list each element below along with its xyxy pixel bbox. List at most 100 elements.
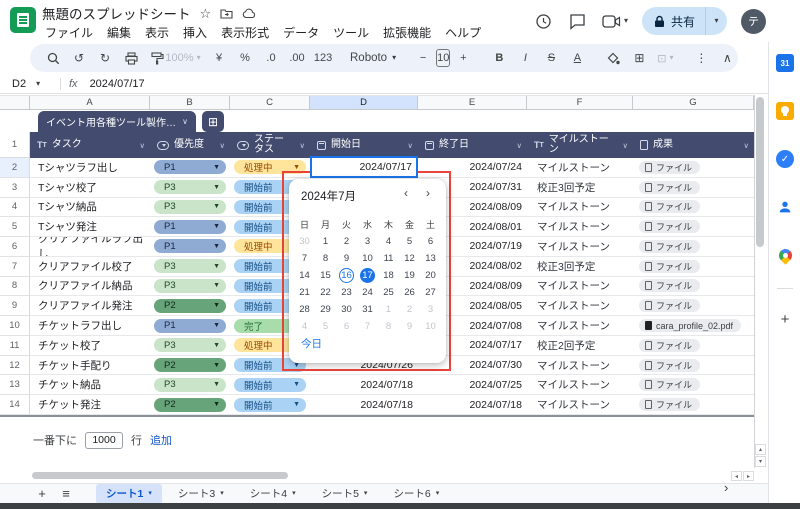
cell-result[interactable]: ファイル	[633, 277, 754, 297]
calendar-day[interactable]: 9	[336, 250, 357, 267]
vertical-scrollbar[interactable]	[756, 97, 764, 247]
cell-milestone[interactable]: マイルストーン	[527, 158, 633, 178]
cell-task[interactable]: チケットラフ出し	[30, 316, 150, 336]
menu-item-2[interactable]: 表示	[138, 23, 176, 40]
cell-priority[interactable]: P3▼	[150, 277, 230, 297]
cell-result[interactable]: ファイル	[633, 395, 754, 415]
cell-result[interactable]: ファイル	[633, 375, 754, 395]
calendar-day-today[interactable]: 16	[339, 268, 354, 283]
file-chip[interactable]: ファイル	[639, 299, 700, 312]
avatar[interactable]: テ	[741, 9, 766, 34]
cell-milestone[interactable]: 校正2回予定	[527, 336, 633, 356]
calendar-day[interactable]: 12	[399, 250, 420, 267]
search-icon[interactable]	[42, 47, 64, 69]
column-header-C[interactable]: C	[230, 96, 310, 109]
row-header-4[interactable]: 4	[0, 198, 30, 218]
strikethrough-button[interactable]: S	[540, 47, 562, 69]
priority-chip[interactable]: P1▼	[154, 319, 226, 333]
menu-item-1[interactable]: 編集	[100, 23, 138, 40]
cell-priority[interactable]: P2▼	[150, 395, 230, 415]
horizontal-scrollbar[interactable]	[32, 472, 288, 479]
cell-task[interactable]: Tシャツ校了	[30, 178, 150, 198]
font-size-input[interactable]: 10	[436, 49, 450, 67]
cell-priority[interactable]: P2▼	[150, 356, 230, 376]
fill-color-icon[interactable]	[602, 47, 624, 69]
row-header-2[interactable]: 2	[0, 158, 30, 178]
column-header-B[interactable]: B	[150, 96, 230, 109]
calendar-day[interactable]: 1	[378, 301, 399, 318]
all-sheets-icon[interactable]: ≡	[56, 486, 76, 501]
row-header-1[interactable]: 1	[0, 132, 30, 158]
google-contacts-icon[interactable]	[776, 198, 794, 216]
cell-milestone[interactable]: マイルストーン	[527, 395, 633, 415]
select-all-corner[interactable]	[0, 96, 30, 109]
priority-chip[interactable]: P1▼	[154, 220, 226, 234]
priority-chip[interactable]: P3▼	[154, 259, 226, 273]
cell-task[interactable]: チケット校了	[30, 336, 150, 356]
calendar-day[interactable]: 15	[315, 267, 336, 284]
get-add-ons-icon[interactable]: +	[776, 310, 794, 328]
calendar-day[interactable]: 28	[294, 301, 315, 318]
priority-chip[interactable]: P3▼	[154, 200, 226, 214]
cell-milestone[interactable]: マイルストーン	[527, 277, 633, 297]
cell-end-date[interactable]: 2024/07/25	[418, 375, 527, 395]
menu-item-5[interactable]: データ	[276, 23, 326, 40]
cell-task[interactable]: Tシャツ発注	[30, 217, 150, 237]
print-icon[interactable]	[120, 47, 142, 69]
cell-priority[interactable]: P3▼	[150, 375, 230, 395]
calendar-day[interactable]: 6	[420, 233, 441, 250]
row-header-11[interactable]: 11	[0, 336, 30, 356]
decrease-font-size-button[interactable]: −	[412, 47, 434, 69]
comments-icon[interactable]	[568, 11, 588, 31]
file-chip[interactable]: ファイル	[639, 279, 700, 292]
calendar-day[interactable]: 27	[420, 284, 441, 301]
cell-result[interactable]: ファイル	[633, 336, 754, 356]
row-header-5[interactable]: 5	[0, 217, 30, 237]
menu-item-8[interactable]: ヘルプ	[438, 23, 488, 40]
menu-item-7[interactable]: 拡張機能	[376, 23, 438, 40]
table-column-header-4[interactable]: 終了日∨	[418, 132, 527, 158]
cell-milestone[interactable]: マイルストーン	[527, 237, 633, 257]
cell-status[interactable]: 開始前▼	[230, 395, 310, 415]
status-chip[interactable]: 開始前▼	[234, 378, 306, 392]
star-icon[interactable]: ☆	[200, 7, 212, 20]
row-header-10[interactable]: 10	[0, 316, 30, 336]
share-dropdown[interactable]: ▾	[705, 7, 727, 35]
menu-item-6[interactable]: ツール	[326, 23, 376, 40]
column-header-G[interactable]: G	[633, 96, 754, 109]
prev-month-icon[interactable]: ‹	[399, 186, 413, 200]
calendar-day[interactable]: 1	[315, 233, 336, 250]
zoom-select[interactable]: 100% ▾	[172, 47, 194, 69]
undo-icon[interactable]: ↺	[68, 47, 90, 69]
cell-milestone[interactable]: マイルストーン	[527, 316, 633, 336]
column-menu-icon[interactable]: ∨	[140, 141, 146, 150]
show-side-panel-icon[interactable]: ›	[724, 480, 728, 495]
row-header-6[interactable]: 6	[0, 237, 30, 257]
calendar-day[interactable]: 11	[378, 250, 399, 267]
scroll-up-button[interactable]: ▴	[755, 444, 766, 455]
version-history-icon[interactable]	[534, 11, 554, 31]
calendar-day[interactable]: 10	[420, 318, 441, 335]
column-header-E[interactable]: E	[418, 96, 527, 109]
add-rows-button[interactable]: 追加	[150, 432, 172, 448]
cell-priority[interactable]: P1▼	[150, 316, 230, 336]
file-chip[interactable]: ファイル	[639, 260, 700, 273]
cell-milestone[interactable]: マイルストーン	[527, 375, 633, 395]
row-header-3[interactable]: 3	[0, 178, 30, 198]
cell-result[interactable]: ファイル	[633, 237, 754, 257]
cell-priority[interactable]: P3▼	[150, 178, 230, 198]
column-menu-icon[interactable]: ∨	[517, 141, 523, 150]
number-format-button[interactable]: 123	[312, 47, 334, 69]
sheet-tab-2[interactable]: シート4▾	[240, 484, 306, 504]
calendar-day[interactable]: 4	[378, 233, 399, 250]
cell-milestone[interactable]: 校正3回予定	[527, 178, 633, 198]
cell-priority[interactable]: P3▼	[150, 336, 230, 356]
cell-priority[interactable]: P2▼	[150, 296, 230, 316]
italic-button[interactable]: I	[514, 47, 536, 69]
file-chip[interactable]: cara_profile_02.pdf	[639, 319, 741, 332]
table-column-header-6[interactable]: 成果∨	[633, 132, 754, 158]
calendar-day[interactable]: 5	[399, 233, 420, 250]
file-chip[interactable]: ファイル	[639, 359, 700, 372]
file-chip[interactable]: ファイル	[639, 240, 700, 253]
increase-decimal-button[interactable]: .00	[286, 47, 308, 69]
